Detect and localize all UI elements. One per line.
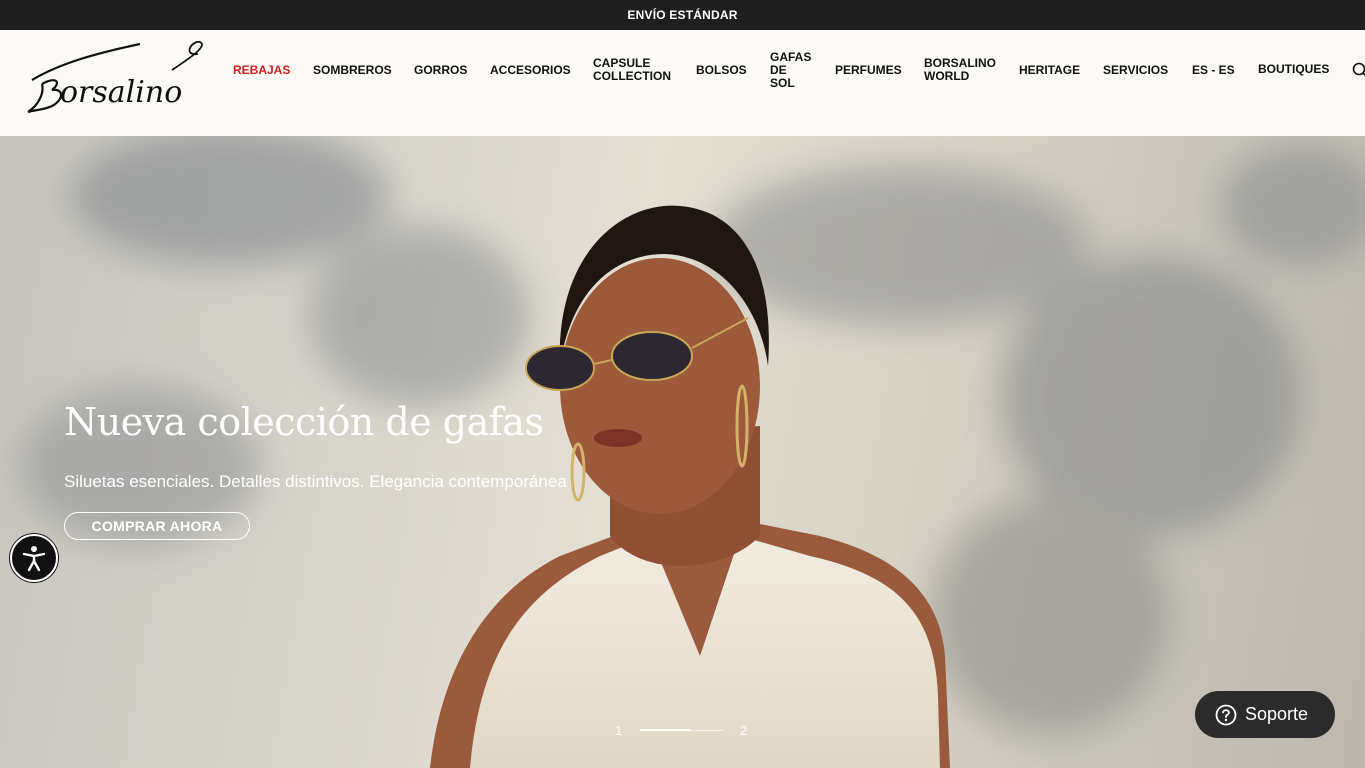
nav-item-capsule-collection[interactable]: CAPSULE COLLECTION [593, 57, 671, 83]
slide-progress-active [640, 729, 690, 731]
nav-item-heritage[interactable]: HERITAGE [1019, 64, 1080, 77]
slide-indicator-2[interactable]: 2 [740, 723, 747, 738]
shop-now-button[interactable]: COMPRAR AHORA [64, 512, 250, 540]
shop-now-label: COMPRAR AHORA [91, 518, 223, 534]
nav-item-perfumes[interactable]: PERFUMES [835, 64, 902, 77]
nav-item-accesorios[interactable]: ACCESORIOS [490, 64, 571, 77]
support-button[interactable]: Soporte [1195, 691, 1335, 738]
slide-progress-track [690, 730, 724, 731]
language-selector[interactable]: ES - ES [1192, 64, 1235, 77]
nav-item-bolsos[interactable]: BOLSOS [696, 64, 747, 77]
hero-subtitle: Siluetas esenciales. Detalles distintivo… [64, 472, 567, 491]
announcement-bar: ENVÍO ESTÁNDAR [0, 0, 1365, 30]
nav-item-rebajas[interactable]: REBAJAS [233, 64, 290, 77]
nav-item-gafas-de-sol[interactable]: GAFAS DE SOL [770, 51, 811, 90]
slide-indicator-1[interactable]: 1 [615, 723, 622, 738]
main-nav: REBAJAS SOMBREROS GORROS ACCESORIOS CAPS… [0, 30, 1365, 136]
site-header: orsalino REBAJAS SOMBREROS GORROS ACCESO… [0, 30, 1365, 136]
nav-item-gorros[interactable]: GORROS [414, 64, 467, 77]
hero-banner[interactable]: Nueva colección de gafas Siluetas esenci… [0, 136, 1365, 768]
announcement-text: ENVÍO ESTÁNDAR [627, 8, 738, 22]
accessibility-button[interactable] [10, 534, 58, 582]
nav-item-sombreros[interactable]: SOMBREROS [313, 64, 392, 77]
search-icon[interactable] [1352, 62, 1365, 78]
nav-item-servicios[interactable]: SERVICIOS [1103, 64, 1168, 77]
nav-item-borsalino-world[interactable]: BORSALINO WORLD [924, 57, 996, 83]
accessibility-icon [22, 546, 46, 572]
help-icon [1215, 704, 1237, 725]
nav-item-boutiques[interactable]: BOUTIQUES [1258, 63, 1329, 76]
support-label: Soporte [1245, 704, 1309, 724]
hero-image [20, 136, 1365, 768]
hero-title: Nueva colección de gafas [64, 400, 544, 444]
